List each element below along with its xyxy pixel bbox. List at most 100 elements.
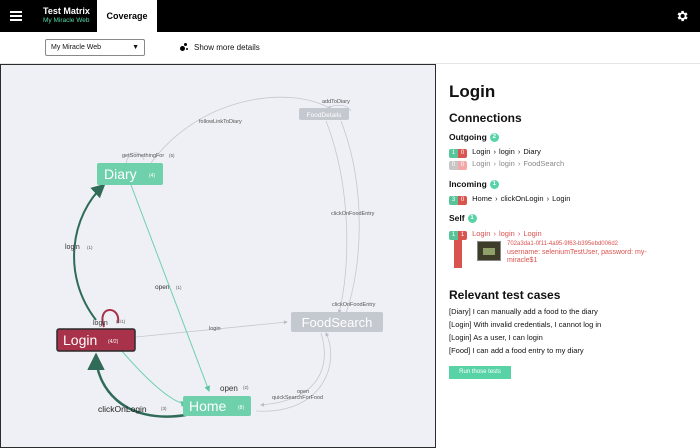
row-from: Login [472, 147, 491, 156]
self-row-login[interactable]: 11 Login › login › Login [449, 229, 542, 240]
label-quicksearch: quickSearchForFood [272, 395, 323, 401]
edge-open-home[interactable] [120, 349, 187, 407]
outgoing-row-diary[interactable]: 10 Login › login › Diary [449, 147, 541, 158]
row-from: Login [472, 229, 491, 238]
show-more-details-label: Show more details [194, 43, 260, 52]
outgoing-label: Outgoing [449, 132, 487, 142]
outgoing-row-foodsearch[interactable]: 00 Login › login › FoodSearch [449, 159, 564, 170]
fail-count-badge: 1 [458, 231, 467, 240]
node-fooddetails-label: FoodDetails [307, 112, 342, 119]
edge-clickonfoodentry-2[interactable] [340, 120, 360, 314]
incoming-row-home[interactable]: 30 Home › clickOnLogin › Login [449, 194, 570, 205]
toolbar: My Miracle Web ▼ Show more details [0, 32, 700, 64]
outgoing-count-badge: 2 [489, 133, 499, 142]
fail-count-badge: 0 [458, 196, 467, 205]
self-heading: Self 1 [449, 213, 477, 223]
node-diary[interactable]: Diary (4) [97, 163, 163, 185]
row-to: FoodSearch [523, 159, 565, 168]
label-getsomething: getSomethingFor [122, 153, 164, 159]
row-from: Home [472, 194, 493, 203]
label-login-self: login [93, 320, 108, 327]
pass-count-badge: 0 [449, 161, 458, 170]
failure-credentials: username: seleniumTestUser, password: my… [507, 249, 647, 265]
chevron-down-icon: ▼ [132, 44, 139, 51]
project-select[interactable]: My Miracle Web ▼ [45, 39, 145, 56]
edge-login-left[interactable] [73, 183, 106, 321]
label-addtodiary: addToDiary [322, 99, 350, 105]
edge-clickonfoodentry-1[interactable] [325, 120, 348, 314]
edge-followlinktodiary[interactable] [150, 96, 332, 164]
project-select-value: My Miracle Web [51, 44, 102, 51]
node-foodsearch[interactable]: FoodSearch [291, 312, 383, 332]
label-open-mid-count: (1) [176, 285, 182, 290]
graph-canvas: FoodDetails Diary (4) FoodSearch Login (… [56, 96, 383, 418]
label-open-mid: open [155, 284, 170, 291]
show-more-details-button[interactable]: Show more details [180, 43, 260, 52]
panel-title: Login [449, 82, 496, 101]
run-tests-button[interactable]: Run those tests [449, 366, 511, 379]
brand-title: Test Matrix [43, 6, 90, 16]
brand[interactable]: Test Matrix My Miracle Web [43, 7, 90, 25]
label-followlinktodiary: followLinkToDiary [199, 119, 242, 125]
row-action: login [498, 159, 515, 168]
test-case-item[interactable]: [Login] As a user, I can login [449, 333, 543, 342]
self-count-badge: 1 [467, 214, 477, 223]
label-login-left-count: (1) [87, 245, 93, 250]
coverage-graph[interactable]: FoodDetails Diary (4) FoodSearch Login (… [0, 64, 436, 448]
label-open-home: open [220, 384, 238, 393]
label-login-right: login [209, 326, 221, 332]
node-home-label: Home [189, 398, 227, 414]
outgoing-heading: Outgoing 2 [449, 132, 499, 142]
label-login-self-count: (1/1) [116, 319, 126, 324]
row-to: Login [552, 194, 571, 203]
row-to: Login [523, 229, 542, 238]
edge-open-mid[interactable] [130, 184, 211, 392]
label-open-home-count: (2) [243, 385, 249, 390]
relevant-test-cases-heading: Relevant test cases [449, 288, 561, 302]
screenshot-thumbnail[interactable] [477, 241, 501, 261]
node-login-count: (4/2) [108, 339, 119, 345]
label-clickonlogin: clickOnLogin [98, 404, 147, 414]
row-action: login [498, 229, 515, 238]
failure-entry: 702a3da1-0f11-4a95-9f63-b395ebd006d2 use… [449, 240, 647, 270]
node-home-count: (8) [238, 405, 244, 411]
hamburger-icon[interactable] [10, 11, 22, 21]
connections-heading: Connections [449, 111, 522, 125]
test-case-item[interactable]: [Diary] I can manually add a food to the… [449, 307, 598, 316]
top-bar: Test Matrix My Miracle Web Coverage [0, 0, 700, 32]
tab-coverage[interactable]: Coverage [97, 0, 157, 32]
pass-count-badge: 3 [449, 196, 458, 205]
label-clickonlogin-count: (3) [161, 406, 167, 411]
gear-icon[interactable] [675, 9, 689, 23]
bubbles-icon [180, 43, 188, 51]
row-action: clickOnLogin [500, 194, 544, 203]
label-login-left: login [65, 244, 80, 251]
incoming-label: Incoming [449, 179, 487, 189]
label-clickonfoodentry-1: clickOnFoodEntry [331, 211, 375, 217]
node-login[interactable]: Login (4/2) [56, 328, 136, 352]
failure-id: 702a3da1-0f11-4a95-9f63-b395ebd006d2 [507, 241, 618, 247]
fail-count-badge: 0 [458, 149, 467, 158]
node-fooddetails[interactable]: FoodDetails [299, 108, 349, 120]
row-to: Diary [523, 147, 541, 156]
row-from: Login [472, 159, 491, 168]
node-home[interactable]: Home (8) [183, 396, 251, 416]
label-clickonfoodentry-2: clickOnFoodEntry [332, 302, 376, 308]
pass-count-badge: 1 [449, 231, 458, 240]
row-action: login [498, 147, 515, 156]
node-foodsearch-label: FoodSearch [302, 315, 373, 330]
incoming-heading: Incoming 1 [449, 179, 499, 189]
brand-subtitle: My Miracle Web [43, 17, 90, 24]
failure-indicator [454, 240, 462, 268]
pass-count-badge: 1 [449, 149, 458, 158]
self-label: Self [449, 213, 465, 223]
incoming-count-badge: 1 [489, 180, 499, 189]
details-panel: Login Connections Outgoing 2 10 Login › log… [437, 64, 700, 448]
label-getsomething-count: (5) [169, 153, 175, 158]
node-diary-count: (4) [149, 173, 155, 179]
test-case-item[interactable]: [Food] I can add a food entry to my diar… [449, 346, 584, 355]
node-diary-label: Diary [104, 166, 137, 182]
fail-count-badge: 0 [458, 161, 467, 170]
node-login-label: Login [63, 332, 97, 348]
test-case-item[interactable]: [Login] With invalid credentials, I cann… [449, 320, 601, 329]
